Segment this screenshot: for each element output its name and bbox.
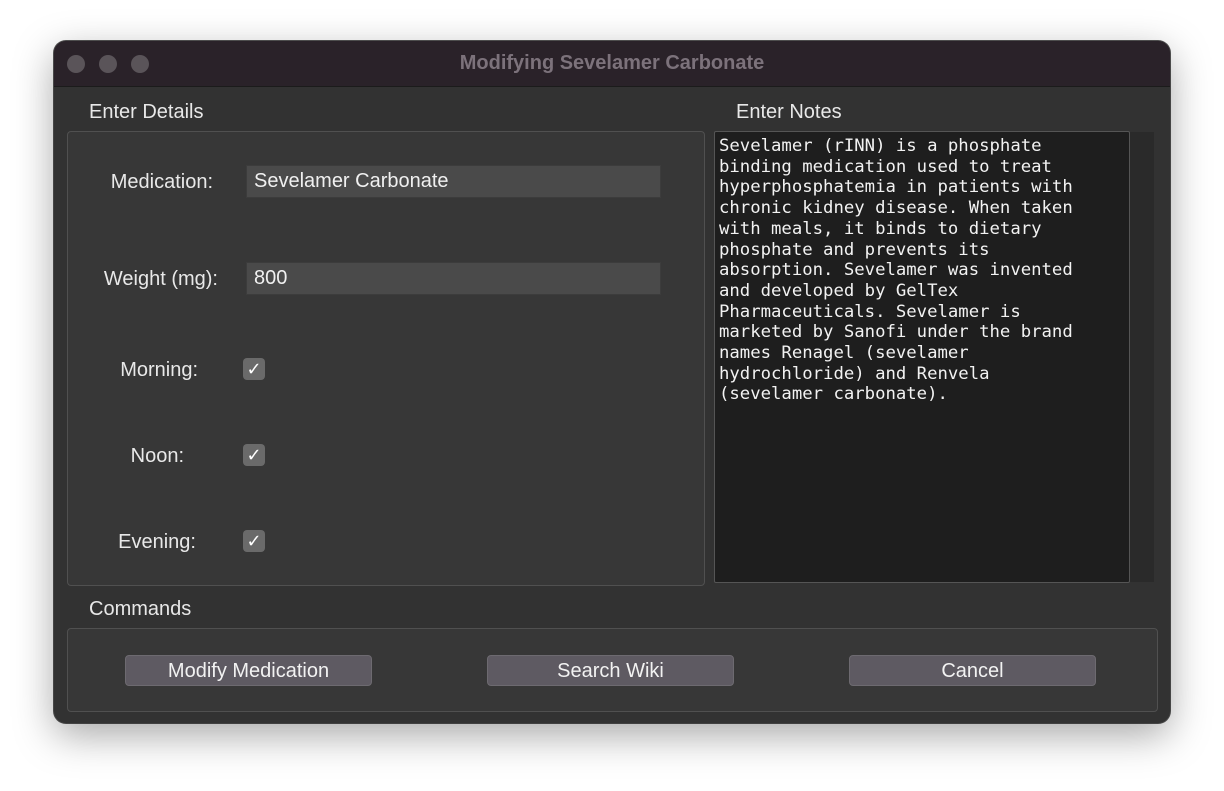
search-wiki-button[interactable]: Search Wiki: [487, 655, 734, 686]
weight-label: Weight (mg):: [103, 268, 218, 290]
commands-section-label: Commands: [89, 598, 192, 620]
window-title: Modifying Sevelamer Carbonate: [459, 52, 765, 74]
medication-label: Medication:: [110, 171, 213, 193]
weight-input[interactable]: [246, 262, 661, 295]
noon-checkbox[interactable]: ✓: [243, 444, 265, 466]
notes-textarea[interactable]: Sevelamer (rINN) is a phosphate binding …: [714, 131, 1130, 583]
notes-section-label: Enter Notes: [736, 101, 842, 123]
morning-checkbox[interactable]: ✓: [243, 358, 265, 380]
notes-scrollbar[interactable]: [1130, 132, 1154, 582]
evening-checkbox[interactable]: ✓: [243, 530, 265, 552]
cancel-button[interactable]: Cancel: [849, 655, 1096, 686]
details-section-label: Enter Details: [89, 101, 204, 123]
modify-medication-button[interactable]: Modify Medication: [125, 655, 372, 686]
morning-label: Morning:: [120, 359, 198, 381]
noon-label: Noon:: [130, 445, 184, 467]
title-bar[interactable]: Modifying Sevelamer Carbonate: [54, 41, 1170, 87]
dialog-window: Modifying Sevelamer Carbonate Enter Deta…: [54, 41, 1170, 723]
medication-input[interactable]: [246, 165, 661, 198]
evening-label: Evening:: [118, 531, 196, 553]
details-group: Medication: Weight (mg): Morning: ✓ Noon…: [67, 131, 705, 586]
